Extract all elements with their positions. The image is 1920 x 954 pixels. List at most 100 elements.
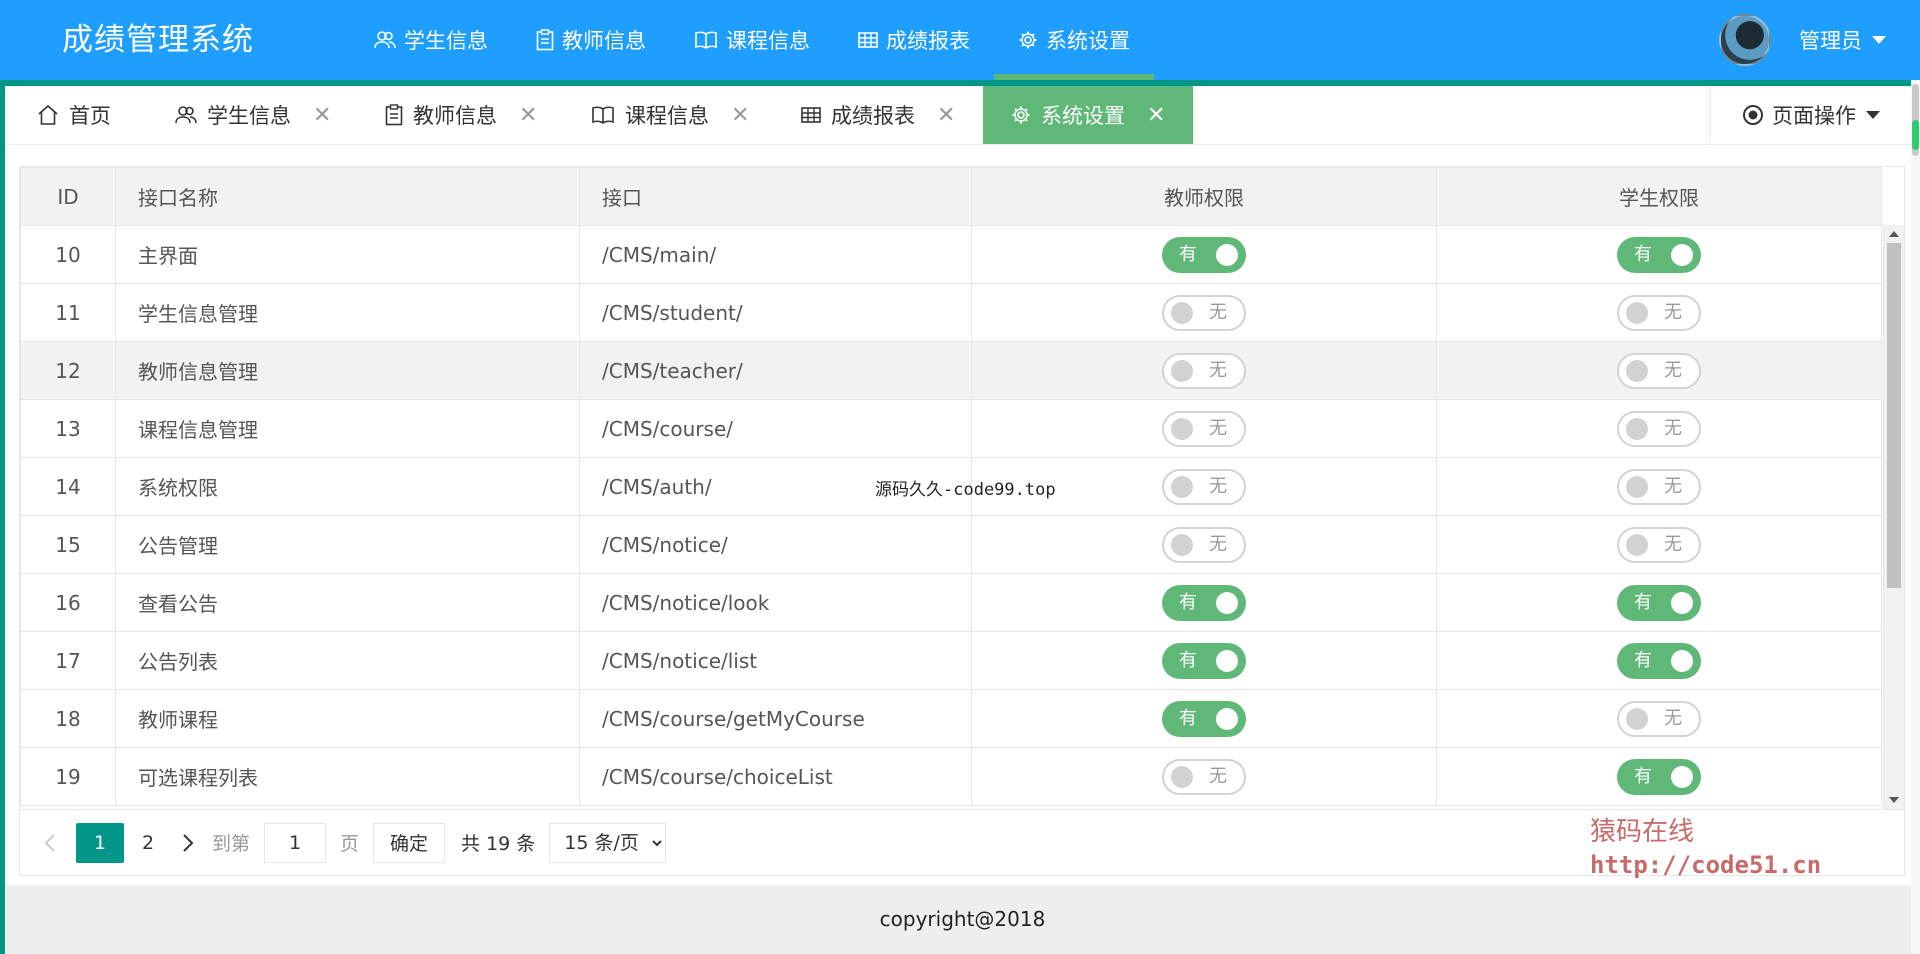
tab-courses[interactable]: 课程信息 ✕ — [591, 86, 749, 144]
app-logo-title[interactable]: 成绩管理系统 — [62, 0, 254, 80]
student-permission-toggle[interactable]: 无 — [1617, 468, 1701, 505]
total-count: 共 19 条 — [461, 833, 536, 855]
table-row[interactable]: 16 查看公告/CMS/notice/look 有 有 — [20, 573, 1882, 632]
tab-label: 课程信息 — [625, 104, 709, 128]
cell-api: /CMS/course/ — [579, 399, 972, 458]
student-permission-toggle[interactable]: 无 — [1617, 526, 1701, 563]
nav-item-reports[interactable]: 成绩报表 — [834, 0, 994, 80]
teacher-permission-toggle[interactable]: 无 — [1162, 352, 1246, 389]
nav-item-courses[interactable]: 课程信息 — [670, 0, 834, 80]
table-row[interactable]: 19 可选课程列表/CMS/course/choiceList 无 有 — [20, 747, 1882, 806]
student-permission-toggle[interactable]: 有 — [1617, 584, 1701, 621]
main-content: ID 接口名称 接口 教师权限 学生权限 10 主界面/CMS/main/有有 11… — [5, 145, 1911, 885]
cell-teacher-permission: 无 — [971, 747, 1437, 806]
cell-teacher-permission: 有 — [971, 689, 1437, 748]
cell-id: 14 — [20, 457, 116, 516]
table-body: 10 主界面/CMS/main/有有 11 学生信息管理/CMS/student/无无… — [20, 225, 1882, 806]
page-scrollbar[interactable] — [1911, 80, 1920, 954]
teacher-permission-toggle[interactable]: 有 — [1162, 236, 1246, 273]
col-header-teacher[interactable]: 教师权限 — [971, 167, 1437, 226]
toggle-knob — [1171, 765, 1193, 788]
tab-settings[interactable]: 系统设置 ✕ — [983, 86, 1194, 144]
nav-item-students[interactable]: 学生信息 — [350, 0, 512, 80]
cell-teacher-permission: 无 — [971, 283, 1437, 342]
scroll-down-icon[interactable] — [1889, 797, 1899, 803]
teacher-permission-toggle[interactable]: 无 — [1162, 526, 1246, 563]
cell-name: 教师信息管理 — [115, 341, 580, 400]
next-page-icon[interactable] — [182, 833, 194, 853]
cell-student-permission: 无 — [1436, 283, 1882, 342]
table-scrollbar[interactable] — [1883, 225, 1904, 809]
student-permission-toggle[interactable]: 无 — [1617, 294, 1701, 331]
tab-teachers[interactable]: 教师信息 ✕ — [385, 86, 537, 144]
table-row[interactable]: 13 课程信息管理/CMS/course/无 无 — [20, 399, 1882, 458]
teacher-permission-toggle[interactable]: 有 — [1162, 700, 1246, 737]
student-permission-toggle[interactable]: 无 — [1617, 352, 1701, 389]
cell-api: /CMS/course/choiceList — [579, 747, 972, 806]
cell-api: /CMS/notice/look — [579, 573, 972, 632]
toggle-label: 无 — [1209, 301, 1227, 323]
cell-student-permission: 无 — [1436, 515, 1882, 574]
page-number[interactable]: 1 — [76, 822, 124, 863]
chevron-down-icon[interactable] — [1872, 36, 1886, 44]
prev-page-icon[interactable] — [44, 833, 56, 853]
book-icon — [694, 30, 718, 50]
cell-name: 公告列表 — [115, 631, 580, 690]
cell-student-permission: 有 — [1436, 225, 1882, 284]
col-header-id[interactable]: ID — [20, 167, 116, 226]
cell-api: /CMS/main/ — [579, 225, 972, 284]
teacher-permission-toggle[interactable]: 无 — [1162, 410, 1246, 447]
page-number[interactable]: 2 — [124, 823, 172, 863]
table-row[interactable]: 18 教师课程/CMS/course/getMyCourse 有 无 — [20, 689, 1882, 748]
toggle-knob — [1671, 649, 1693, 672]
goto-page-input[interactable] — [264, 822, 327, 863]
table-icon — [801, 106, 821, 124]
toggle-label: 无 — [1664, 359, 1682, 381]
scrollbar-thumb[interactable] — [1887, 243, 1901, 588]
tab-home[interactable]: 首页 — [37, 86, 111, 144]
teacher-permission-toggle[interactable]: 有 — [1162, 584, 1246, 621]
cell-teacher-permission: 有 — [971, 225, 1437, 284]
toggle-knob — [1626, 417, 1648, 440]
student-permission-toggle[interactable]: 有 — [1617, 236, 1701, 273]
close-icon[interactable]: ✕ — [1147, 103, 1165, 128]
cell-name: 主界面 — [115, 225, 580, 284]
toggle-label: 有 — [1634, 765, 1652, 787]
teacher-permission-toggle[interactable]: 无 — [1162, 468, 1246, 505]
close-icon[interactable]: ✕ — [313, 103, 331, 128]
table-row[interactable]: 17 公告列表/CMS/notice/list 有 有 — [20, 631, 1882, 690]
tab-students[interactable]: 学生信息 ✕ — [175, 86, 331, 144]
close-icon[interactable]: ✕ — [731, 103, 749, 128]
student-permission-toggle[interactable]: 无 — [1617, 410, 1701, 447]
close-icon[interactable]: ✕ — [937, 103, 955, 128]
user-name[interactable]: 管理员 — [1799, 25, 1862, 55]
avatar[interactable] — [1719, 14, 1771, 66]
student-permission-toggle[interactable]: 有 — [1617, 642, 1701, 679]
teacher-permission-toggle[interactable]: 有 — [1162, 642, 1246, 679]
tab-reports[interactable]: 成绩报表 ✕ — [801, 86, 955, 144]
goto-confirm-button[interactable]: 确定 — [373, 822, 446, 863]
col-header-student[interactable]: 学生权限 — [1436, 167, 1882, 226]
teacher-permission-toggle[interactable]: 无 — [1162, 294, 1246, 331]
user-menu[interactable]: 管理员 — [1719, 0, 1886, 80]
nav-item-settings[interactable]: 系统设置 — [994, 0, 1154, 80]
page-size-select[interactable]: 15 条/页 — [549, 822, 667, 863]
toggle-knob — [1626, 707, 1648, 730]
close-icon[interactable]: ✕ — [519, 103, 537, 128]
student-permission-toggle[interactable]: 有 — [1617, 758, 1701, 795]
scroll-up-icon[interactable] — [1889, 231, 1899, 237]
student-permission-toggle[interactable]: 无 — [1617, 700, 1701, 737]
table-row[interactable]: 10 主界面/CMS/main/有 有 — [20, 225, 1882, 284]
col-header-api[interactable]: 接口 — [579, 167, 972, 226]
teacher-permission-toggle[interactable]: 无 — [1162, 758, 1246, 795]
table-row[interactable]: 12 教师信息管理/CMS/teacher/无 无 — [20, 341, 1882, 400]
page-operations-dropdown[interactable]: 页面操作 — [1710, 86, 1911, 144]
table-row[interactable]: 11 学生信息管理/CMS/student/无 无 — [20, 283, 1882, 342]
gear-icon — [1011, 105, 1031, 125]
col-header-name[interactable]: 接口名称 — [115, 167, 580, 226]
cell-id: 15 — [20, 515, 116, 574]
nav-label: 成绩报表 — [886, 29, 970, 53]
table-row[interactable]: 15 公告管理/CMS/notice/无 无 — [20, 515, 1882, 574]
watermark-center: 源码久久-code99.top — [875, 480, 1056, 500]
nav-item-teachers[interactable]: 教师信息 — [512, 0, 670, 80]
